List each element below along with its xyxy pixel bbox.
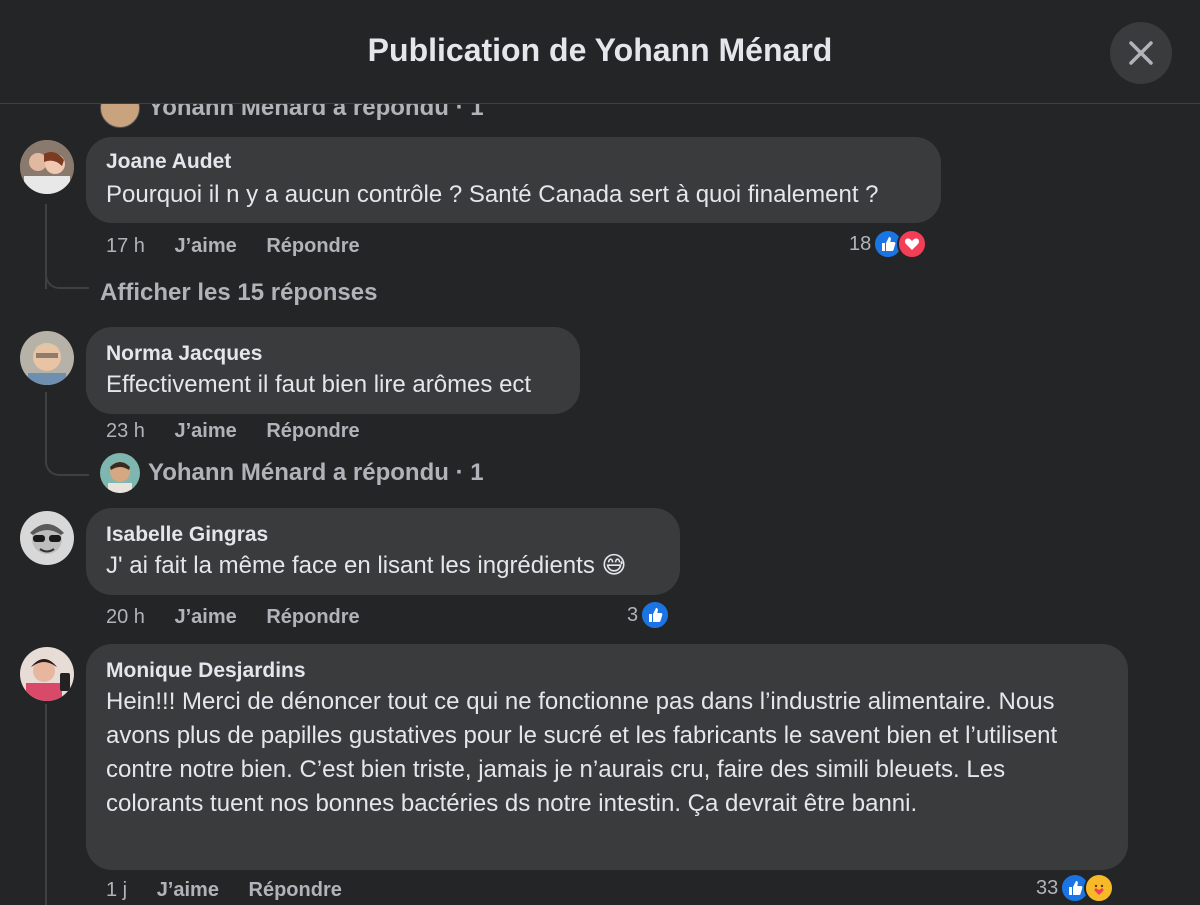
reply-button[interactable]: Répondre <box>266 235 359 257</box>
reply-button[interactable]: Répondre <box>249 879 342 901</box>
dialog-header: Publication de Yohann Ménard <box>0 0 1200 104</box>
like-button[interactable]: J’aime <box>175 606 237 628</box>
avatar <box>100 104 140 128</box>
avatar[interactable] <box>20 647 74 701</box>
comment-text: Hein!!! Merci de dénoncer tout ce qui ne… <box>106 688 1058 817</box>
comment-author[interactable]: Isabelle Gingras <box>106 523 680 547</box>
comment-time[interactable]: 23 h <box>106 420 145 442</box>
comment-actions: 1 j J’aime Répondre <box>106 879 342 902</box>
comment-bubble: Isabelle Gingras J' ai fait la même face… <box>86 508 680 595</box>
close-button[interactable] <box>1110 22 1172 84</box>
avatar[interactable] <box>20 140 74 194</box>
like-reaction-icon <box>640 600 671 630</box>
comment-time[interactable]: 1 j <box>106 879 127 901</box>
comment-actions: 23 h J’aime Répondre <box>106 420 360 443</box>
replied-label: Yohann Ménard a répondu · 1 <box>148 459 484 486</box>
reply-button[interactable]: Répondre <box>266 420 359 442</box>
reaction-count: 3 <box>627 603 639 626</box>
profile-photo <box>20 647 74 701</box>
care-reaction-icon <box>1084 873 1115 903</box>
reaction-summary[interactable]: 33 <box>1036 873 1115 903</box>
thread-connector <box>45 267 89 289</box>
profile-photo <box>20 140 74 194</box>
thread-line <box>45 704 47 905</box>
reaction-summary[interactable]: 3 <box>627 600 671 630</box>
comment-text: J' ai fait la même face en lisant les in… <box>106 552 595 579</box>
comment-time[interactable]: 17 h <box>106 235 145 257</box>
comment-time[interactable]: 20 h <box>106 606 145 628</box>
reaction-count: 18 <box>849 232 872 255</box>
comment-bubble: Joane Audet Pourquoi il n y a aucun cont… <box>86 137 941 223</box>
close-icon <box>1129 41 1153 65</box>
like-button[interactable]: J’aime <box>175 420 237 442</box>
comment-actions: 17 h J’aime Répondre <box>106 235 360 258</box>
comment-author[interactable]: Norma Jacques <box>106 342 580 366</box>
avatar[interactable] <box>20 511 74 565</box>
avatar <box>100 453 140 493</box>
avatar[interactable] <box>20 331 74 385</box>
replied-row[interactable]: Yohann Ménard a répondu · 1 <box>100 453 484 493</box>
reaction-count: 33 <box>1036 876 1059 899</box>
partial-reply-row[interactable]: Yohann Ménard a répondu · 1 <box>100 104 484 128</box>
dialog-title: Publication de Yohann Ménard <box>367 32 833 68</box>
thread-line <box>45 392 47 452</box>
comment-author[interactable]: Joane Audet <box>106 150 941 174</box>
comment-text: Pourquoi il n y a aucun contrôle ? Santé… <box>106 181 879 208</box>
comment-author[interactable]: Monique Desjardins <box>106 659 1108 683</box>
profile-photo <box>20 511 74 565</box>
grinning-sweat-emoji: 😅 <box>601 552 627 579</box>
like-button[interactable]: J’aime <box>175 235 237 257</box>
reply-button[interactable]: Répondre <box>266 606 359 628</box>
comment-bubble: Monique Desjardins Hein!!! Merci de déno… <box>86 644 1128 870</box>
love-reaction-icon <box>897 229 928 259</box>
show-replies-link[interactable]: Afficher les 15 réponses <box>100 279 377 307</box>
reaction-summary[interactable]: 18 <box>849 229 928 259</box>
profile-photo <box>20 331 74 385</box>
thread-connector <box>45 444 89 476</box>
comment-actions: 20 h J’aime Répondre <box>106 606 360 629</box>
comment-bubble: Norma Jacques Effectivement il faut bien… <box>86 327 580 414</box>
replied-label: Yohann Ménard a répondu · 1 <box>148 104 484 121</box>
like-button[interactable]: J’aime <box>157 879 219 901</box>
comments-list: Yohann Ménard a répondu · 1 Joane Audet … <box>0 104 1200 905</box>
comment-text: Effectivement il faut bien lire arômes e… <box>106 371 532 398</box>
